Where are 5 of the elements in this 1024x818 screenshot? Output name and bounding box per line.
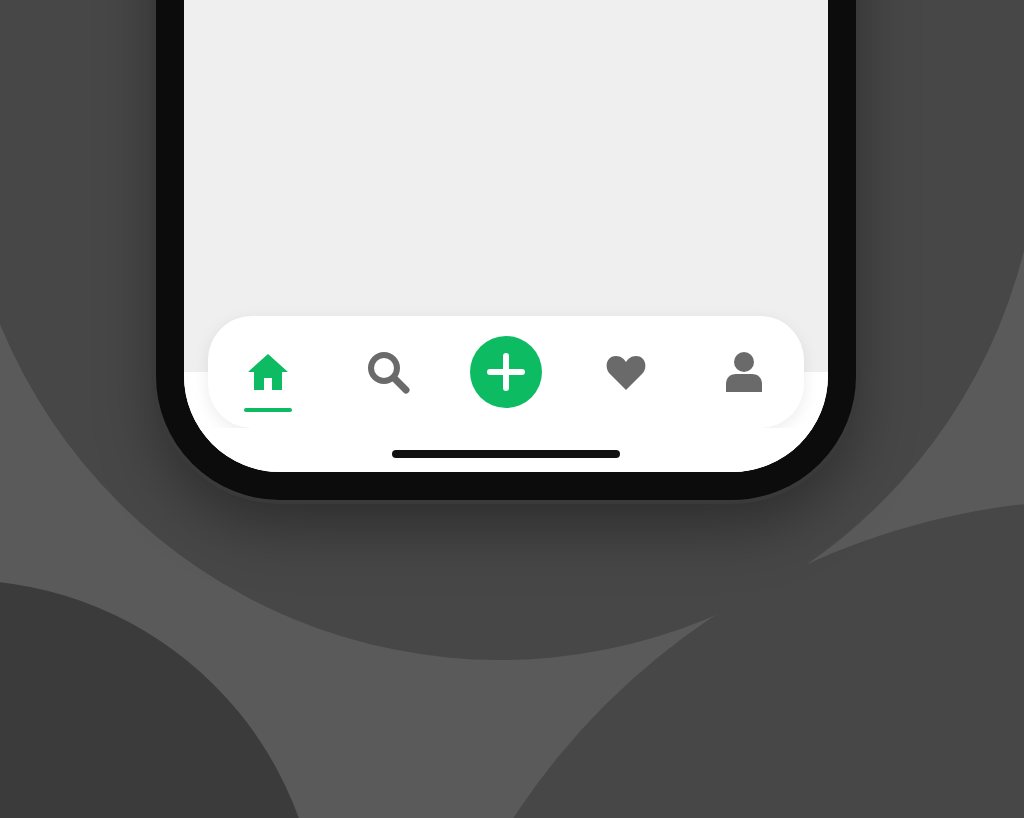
plus-icon [470,336,542,408]
person-icon [726,352,762,392]
heart-icon [605,354,645,390]
search-icon [365,350,409,394]
home-icon [246,352,290,392]
